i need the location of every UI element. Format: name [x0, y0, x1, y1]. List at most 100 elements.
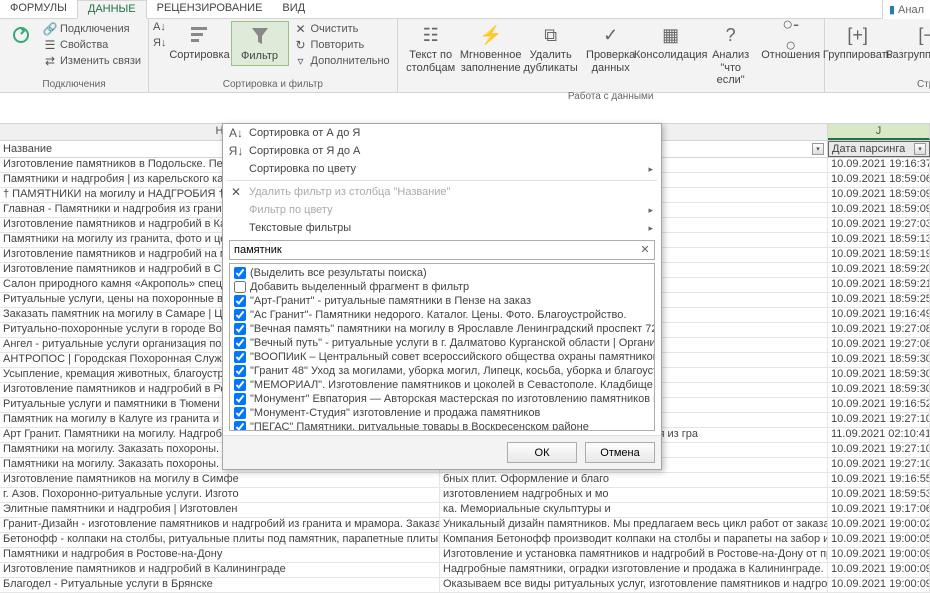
- filter-search-input[interactable]: [229, 240, 655, 260]
- cell[interactable]: ка. Мемориальные скульптуры и: [440, 503, 828, 517]
- cell[interactable]: Памятники и надгробия в Ростове-на-Дону: [0, 548, 440, 562]
- cell[interactable]: 10.09.2021 18:59:19: [828, 248, 930, 262]
- tab-data[interactable]: ДАННЫЕ: [77, 0, 147, 19]
- cell[interactable]: 10.09.2021 19:16:37: [828, 158, 930, 172]
- ok-button[interactable]: ОК: [507, 442, 577, 463]
- cell[interactable]: 10.09.2021 18:59:30: [828, 383, 930, 397]
- clear-filter-button[interactable]: ✕Очистить: [291, 21, 393, 37]
- cell[interactable]: 10.09.2021 19:27:10: [828, 413, 930, 427]
- cell[interactable]: 10.09.2021 18:59:13: [828, 233, 930, 247]
- table-row[interactable]: г. Азов. Похоронно-ритуальные услуги. Из…: [0, 488, 930, 503]
- cell[interactable]: Бетонофф - колпаки на столбы, ритуальные…: [0, 533, 440, 547]
- cell[interactable]: 10.09.2021 18:59:09: [828, 188, 930, 202]
- consolidate-button[interactable]: ▦Консолидация: [642, 21, 700, 64]
- properties-button[interactable]: ☰Свойства: [40, 37, 144, 53]
- cell[interactable]: Элитные памятники и надгробия | Изготовл…: [0, 503, 440, 517]
- cell[interactable]: 10.09.2021 18:59:06: [828, 173, 930, 187]
- cell[interactable]: 11.09.2021 02:10:41: [828, 428, 930, 442]
- filter-dropdown-I[interactable]: ▾: [812, 143, 824, 155]
- clear-search-icon[interactable]: ✕: [638, 243, 652, 257]
- table-row[interactable]: Элитные памятники и надгробия | Изготовл…: [0, 503, 930, 518]
- sort-za[interactable]: Я↓Сортировка от Я до А: [223, 142, 661, 160]
- cell[interactable]: Изготовление и установка памятников и на…: [440, 548, 828, 562]
- field-J[interactable]: Дата парсинга ▾: [828, 141, 930, 157]
- checkbox[interactable]: [234, 407, 246, 419]
- cell[interactable]: Гранит-Дизайн - изготовление памятников …: [0, 518, 440, 532]
- refresh-all-button[interactable]: [4, 21, 38, 51]
- cell[interactable]: г. Азов. Похоронно-ритуальные услуги. Из…: [0, 488, 440, 502]
- filter-check-item[interactable]: "Арт-Гранит" - ритуальные памятники в Пе…: [232, 294, 652, 308]
- filter-check-item[interactable]: Добавить выделенный фрагмент в фильтр: [232, 280, 652, 294]
- group-button[interactable]: [+]Группировать: [829, 21, 887, 64]
- edit-links-button[interactable]: ⇄Изменить связи: [40, 53, 144, 69]
- cell[interactable]: изготовлением надгробных и мо: [440, 488, 828, 502]
- filter-checklist[interactable]: (Выделить все результаты поиска)Добавить…: [229, 263, 655, 431]
- cell[interactable]: 10.09.2021 18:59:53: [828, 488, 930, 502]
- checkbox[interactable]: [234, 295, 246, 307]
- cancel-button[interactable]: Отмена: [585, 442, 655, 463]
- data-validation-button[interactable]: ✓Проверка данных: [582, 21, 640, 76]
- table-row[interactable]: Благодел - Ритуальные услуги в БрянскеОк…: [0, 578, 930, 593]
- cell[interactable]: 10.09.2021 19:00:09: [828, 563, 930, 577]
- cell[interactable]: 10.09.2021 19:27:10: [828, 443, 930, 457]
- connections-button[interactable]: 🔗Подключения: [40, 21, 144, 37]
- cell[interactable]: 10.09.2021 19:27:08: [828, 323, 930, 337]
- filter-check-item[interactable]: "Монумент" Евпатория — Авторская мастерс…: [232, 392, 652, 406]
- filter-check-item[interactable]: "Вечная память" памятники на могилу в Яр…: [232, 322, 652, 336]
- table-row[interactable]: Бетонофф - колпаки на столбы, ритуальные…: [0, 533, 930, 548]
- filter-check-item[interactable]: (Выделить все результаты поиска): [232, 266, 652, 280]
- colheader-J[interactable]: J: [828, 124, 930, 140]
- checkbox[interactable]: [234, 337, 246, 349]
- sort-az-icon[interactable]: A↓: [153, 21, 166, 33]
- sort-by-color[interactable]: Сортировка по цвету▸: [223, 160, 661, 178]
- filter-check-item[interactable]: "МЕМОРИАЛ". Изготовление памятников и цо…: [232, 378, 652, 392]
- filter-check-item[interactable]: "Ас Гранит"- Памятники недорого. Каталог…: [232, 308, 652, 322]
- cell[interactable]: 10.09.2021 19:00:09: [828, 548, 930, 562]
- checkbox[interactable]: [234, 393, 246, 405]
- cell[interactable]: 10.09.2021 19:00:05: [828, 533, 930, 547]
- filter-check-item[interactable]: "Вечный путь" - ритуальные услуги в г. Д…: [232, 336, 652, 350]
- text-to-columns-button[interactable]: ☷Текст по столбцам: [402, 21, 460, 76]
- cell[interactable]: 10.09.2021 19:16:52: [828, 398, 930, 412]
- cell[interactable]: 10.09.2021 19:00:02: [828, 518, 930, 532]
- cell[interactable]: Благодел - Ритуальные услуги в Брянске: [0, 578, 440, 592]
- cell[interactable]: 10.09.2021 18:59:30: [828, 353, 930, 367]
- cell[interactable]: Оказываем все виды ритуальных услуг, изг…: [440, 578, 828, 592]
- cell[interactable]: Надгробные памятники, оградки изготовлен…: [440, 563, 828, 577]
- remove-duplicates-button[interactable]: ⧉Удалить дубликаты: [522, 21, 580, 76]
- checkbox[interactable]: [234, 379, 246, 391]
- reapply-button[interactable]: ↻Повторить: [291, 37, 393, 53]
- advanced-button[interactable]: ▿Дополнительно: [291, 53, 393, 69]
- tab-formulas[interactable]: ФОРМУЛЫ: [0, 0, 77, 18]
- cell[interactable]: 10.09.2021 18:59:20: [828, 263, 930, 277]
- cell[interactable]: Компания Бетонофф производит колпаки на …: [440, 533, 828, 547]
- ungroup-button[interactable]: [−]Разгруппировать: [889, 21, 930, 64]
- cell[interactable]: 10.09.2021 19:27:03: [828, 218, 930, 232]
- cell[interactable]: 10.09.2021 18:59:25: [828, 293, 930, 307]
- checkbox[interactable]: [234, 365, 246, 377]
- checkbox[interactable]: [234, 323, 246, 335]
- filter-check-item[interactable]: "ВООПИиК – Центральный совет всероссийск…: [232, 350, 652, 364]
- table-row[interactable]: Изготовление памятников на могилу в Симф…: [0, 473, 930, 488]
- cell[interactable]: Изготовление памятников и надгробий в Ка…: [0, 563, 440, 577]
- checkbox[interactable]: [234, 421, 246, 431]
- cell[interactable]: 10.09.2021 19:16:49: [828, 308, 930, 322]
- sort-az[interactable]: A↓Сортировка от А до Я: [223, 124, 661, 142]
- checkbox[interactable]: [234, 267, 246, 279]
- table-row[interactable]: Гранит-Дизайн - изготовление памятников …: [0, 518, 930, 533]
- cell[interactable]: 10.09.2021 18:59:09: [828, 203, 930, 217]
- checkbox[interactable]: [234, 281, 246, 293]
- text-filters[interactable]: Текстовые фильтры▸: [223, 219, 661, 237]
- filter-dropdown-J[interactable]: ▾: [914, 143, 926, 155]
- cell[interactable]: 10.09.2021 19:17:06: [828, 503, 930, 517]
- flash-fill-button[interactable]: ⚡Мгновенное заполнение: [462, 21, 520, 76]
- checkbox[interactable]: [234, 351, 246, 363]
- cell[interactable]: 10.09.2021 19:00:09: [828, 578, 930, 592]
- cell[interactable]: Изготовление памятников на могилу в Симф…: [0, 473, 440, 487]
- cell[interactable]: 10.09.2021 18:59:21: [828, 278, 930, 292]
- relationships-button[interactable]: ○-○Отношения: [762, 21, 820, 64]
- analyze-button[interactable]: ▮Анал: [882, 0, 930, 19]
- cell[interactable]: Уникальный дизайн памятников. Мы предлаг…: [440, 518, 828, 532]
- tab-review[interactable]: РЕЦЕНЗИРОВАНИЕ: [147, 0, 273, 18]
- filter-check-item[interactable]: "Монумент-Студия" изготовление и продажа…: [232, 406, 652, 420]
